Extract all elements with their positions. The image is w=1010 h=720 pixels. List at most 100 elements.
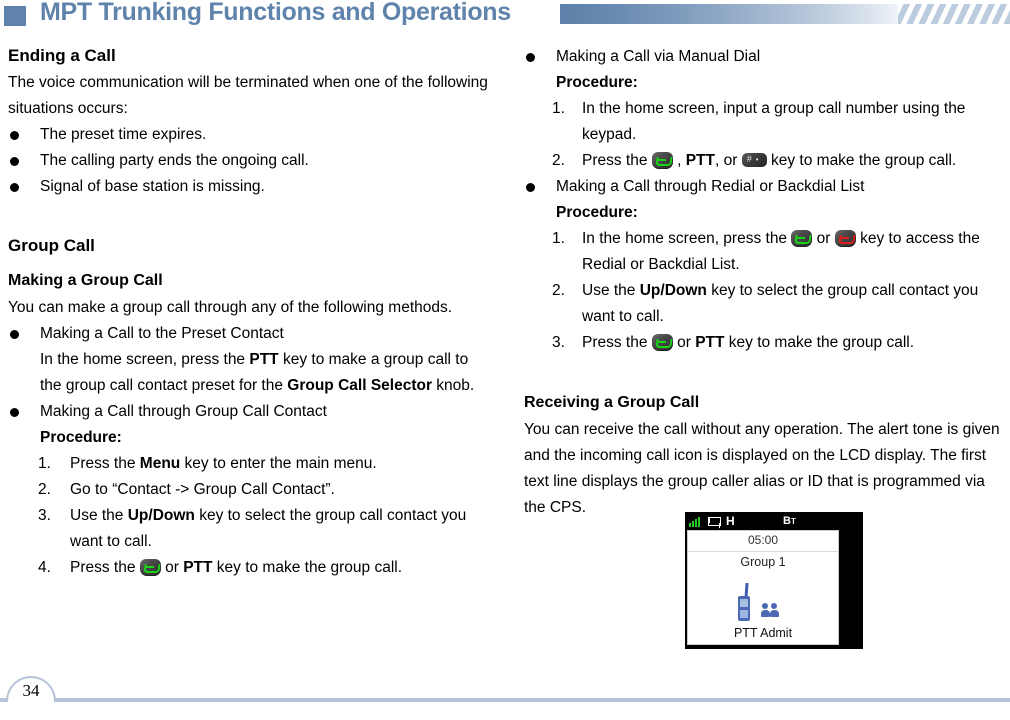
left-column: Ending a Call The voice communication wi…	[8, 44, 492, 581]
text-fragment: Press the	[70, 455, 140, 472]
bt-letter-b: B	[783, 515, 791, 527]
procedure-step: 1. In the home screen, input a group cal…	[524, 96, 1010, 148]
step-number: 4.	[38, 559, 51, 576]
text-fragment: Go to “Contact -> Group Call Contact”.	[70, 481, 335, 498]
text-fragment: key to enter the main menu.	[180, 455, 377, 472]
list-item-label: Making a Call via Manual Dial	[556, 48, 761, 65]
lcd-ptt-admit-label: PTT Admit	[733, 626, 793, 640]
text-fragment: knob.	[431, 377, 475, 394]
heading-making-a-group-call: Making a Group Call	[8, 272, 163, 289]
signal-strength-icon	[689, 516, 704, 527]
lcd-group-name: Group 1	[740, 555, 786, 569]
ptt-keyword: PTT	[695, 334, 725, 351]
bullet-dot-icon	[526, 53, 535, 62]
text-fragment: key to make the group call.	[212, 559, 403, 576]
page-title: MPT Trunking Functions and Operations	[40, 0, 511, 26]
text-fragment: or	[812, 230, 835, 247]
call-key-icon	[651, 334, 673, 351]
header-square-bullet-icon	[4, 6, 26, 26]
lcd-call-timer: 05:00	[747, 533, 779, 547]
bullet-dot-icon	[10, 131, 19, 140]
procedure-step: 4. Press the or PTT key to make the grou…	[8, 555, 492, 581]
list-item: The calling party ends the ongoing call.	[8, 148, 492, 174]
step-number: 2.	[552, 152, 565, 169]
step-number: 3.	[552, 334, 565, 351]
list-item: Making a Call through Redial or Backdial…	[524, 174, 1010, 200]
text-fragment: or	[160, 559, 184, 576]
page-header: MPT Trunking Functions and Operations	[0, 0, 1010, 38]
page-number: 34	[22, 681, 40, 700]
text-fragment: Use the	[582, 282, 640, 299]
list-item: Making a Call to the Preset Contact	[8, 321, 492, 347]
list-item-label: The preset time expires.	[40, 126, 207, 143]
step-number: 2.	[38, 481, 51, 498]
procedure-step: 2. Press the , PTT, or # • key to make th…	[524, 148, 1010, 174]
step-number: 1.	[38, 455, 51, 472]
step-number: 1.	[552, 100, 565, 117]
header-diagonal-stripes-decoration	[898, 4, 1010, 24]
ending-a-call-intro: The voice communication will be terminat…	[8, 74, 488, 117]
list-item-label: Signal of base station is missing.	[40, 178, 265, 195]
text-fragment: Press the	[582, 152, 652, 169]
step-number: 2.	[552, 282, 565, 299]
hash-key-icon: # •	[741, 153, 767, 167]
ptt-keyword: PTT	[685, 152, 715, 169]
preset-contact-body: In the home screen, press the PTT key to…	[8, 347, 492, 399]
text-fragment: or	[672, 334, 696, 351]
group-call-intro: You can make a group call through any of…	[8, 299, 453, 316]
step-number: 3.	[38, 507, 51, 524]
text-fragment: In the home screen, input a group call n…	[582, 100, 966, 143]
text-fragment: In the home screen, press the	[582, 230, 792, 247]
up-down-keyword: Up/Down	[127, 507, 195, 524]
procedure-step: 1. In the home screen, press the or key …	[524, 226, 1010, 278]
procedure-step: 3. Use the Up/Down key to select the gro…	[8, 503, 492, 555]
list-item-label: Making a Call through Redial or Backdial…	[556, 178, 865, 195]
procedure-step: 3. Press the or PTT key to make the grou…	[524, 330, 1010, 356]
list-item-label: The calling party ends the ongoing call.	[40, 152, 309, 169]
bullet-dot-icon	[526, 183, 535, 192]
bullet-dot-icon	[10, 330, 19, 339]
header-gradient-bar	[560, 4, 900, 24]
lcd-screen-area: 05:00 Group 1 PTT Admit	[687, 530, 839, 645]
lcd-status-bar: H BT	[685, 512, 863, 530]
list-item-label: Making a Call to the Preset Contact	[40, 325, 284, 342]
lcd-divider	[688, 551, 838, 552]
list-item-label: Making a Call through Group Call Contact	[40, 403, 327, 420]
text-fragment: ,	[672, 152, 686, 169]
list-item: Signal of base station is missing.	[8, 174, 492, 200]
procedure-step: 1. Press the Menu key to enter the main …	[8, 451, 492, 477]
ptt-keyword: PTT	[249, 351, 279, 368]
text-fragment: key to make the group call.	[766, 152, 957, 169]
receiving-group-call-body: You can receive the call without any ope…	[524, 421, 1000, 516]
handheld-radio-icon	[735, 582, 753, 621]
call-key-icon	[651, 152, 673, 169]
procedure-step: 2. Use the Up/Down key to select the gro…	[524, 278, 1010, 330]
text-fragment: Press the	[70, 559, 140, 576]
procedure-step: 2. Go to “Contact -> Group Call Contact”…	[8, 477, 492, 503]
heading-ending-a-call: Ending a Call	[8, 46, 116, 65]
bullet-dot-icon	[10, 157, 19, 166]
ptt-keyword: PTT	[183, 559, 213, 576]
lcd-display-figure: H BT 05:00 Group 1 PTT Admit	[685, 512, 863, 649]
list-item: Making a Call via Manual Dial	[524, 44, 1010, 70]
right-column: Making a Call via Manual Dial Procedure:…	[524, 44, 1010, 521]
end-call-key-icon	[834, 230, 856, 247]
menu-keyword: Menu	[139, 455, 181, 472]
group-contacts-icon	[761, 603, 783, 617]
heading-group-call: Group Call	[8, 236, 95, 255]
call-key-icon	[139, 559, 161, 576]
procedure-label: Procedure:	[556, 204, 638, 221]
heading-receiving-a-group-call: Receiving a Group Call	[524, 394, 700, 411]
bt-letter-t: T	[790, 517, 796, 526]
footer-rule	[0, 698, 1010, 702]
group-call-selector-keyword: Group Call Selector	[287, 377, 432, 394]
message-envelope-icon	[708, 517, 721, 526]
step-number: 1.	[552, 230, 565, 247]
text-fragment: Press the	[582, 334, 652, 351]
procedure-label: Procedure:	[40, 429, 122, 446]
list-item: The preset time expires.	[8, 122, 492, 148]
text-fragment: , or	[714, 152, 742, 169]
